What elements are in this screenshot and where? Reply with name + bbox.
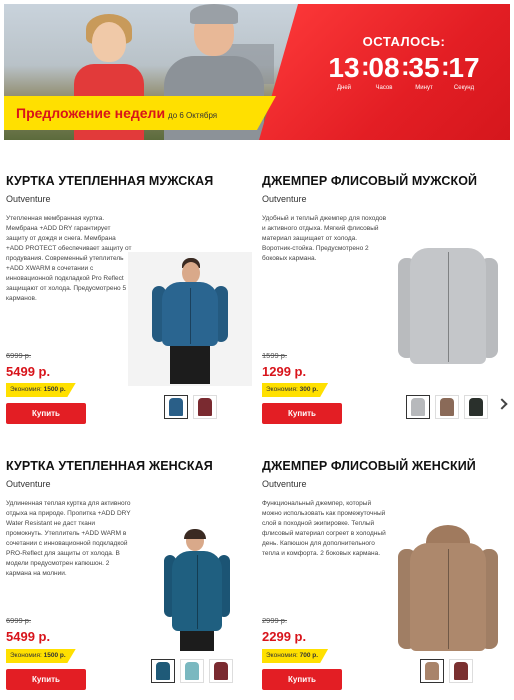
savings-value: 1500 р. <box>43 386 66 393</box>
product-card-womens-jacket: КУРТКА УТЕПЛЕННАЯ ЖЕНСКАЯ Outventure Удл… <box>6 459 254 699</box>
savings-label: Экономия: <box>266 652 298 659</box>
savings-badge: Экономия: 300 р. <box>262 383 329 397</box>
product-brand: Outventure <box>6 194 51 204</box>
savings-badge: Экономия: 700 р. <box>262 649 329 663</box>
product-image[interactable] <box>128 252 252 386</box>
color-thumbnail-burgundy[interactable] <box>449 659 473 683</box>
color-thumbnails <box>151 659 233 683</box>
buy-button[interactable]: Купить <box>6 669 86 690</box>
product-description: Удлиненная теплая куртка для активного о… <box>6 500 131 577</box>
savings-value: 300 р. <box>299 386 319 393</box>
product-price: 5499 р. <box>6 364 51 379</box>
product-title[interactable]: КУРТКА УТЕПЛЕННАЯ ЖЕНСКАЯ <box>6 459 252 473</box>
product-description: Функциональный джемпер, который можно ис… <box>262 500 386 557</box>
savings-label: Экономия: <box>10 386 42 393</box>
countdown-days: 13 <box>328 52 360 83</box>
color-thumbnail-burgundy[interactable] <box>193 395 217 419</box>
product-price: 2299 р. <box>262 629 307 644</box>
promo-title: Предложение недели до 6 Октября <box>16 105 217 121</box>
color-thumbnails <box>420 659 473 683</box>
savings-badge: Экономия: 1500 р. <box>6 383 76 397</box>
color-thumbnail-grey[interactable] <box>406 395 430 419</box>
buy-button[interactable]: Купить <box>262 403 342 424</box>
product-brand: Outventure <box>262 479 307 489</box>
product-card-mens-fleece: ДЖЕМПЕР ФЛИСОВЫЙ МУЖСКОЙ Outventure Удоб… <box>262 174 510 424</box>
buy-button[interactable]: Купить <box>6 403 86 424</box>
old-price: 6999 р. <box>6 351 32 360</box>
buy-button[interactable]: Купить <box>262 669 342 690</box>
color-thumbnails <box>164 395 217 419</box>
color-thumbnail-dark-green[interactable] <box>464 395 488 419</box>
product-title[interactable]: ДЖЕМПЕР ФЛИСОВЫЙ ЖЕНСКИЙ <box>262 459 508 473</box>
savings-badge: Экономия: 1500 р. <box>6 649 76 663</box>
product-price: 5499 р. <box>6 629 51 644</box>
color-thumbnail-brown[interactable] <box>435 395 459 419</box>
countdown-label: ОСТАЛОСЬ: <box>362 34 446 49</box>
old-price: 1599 р. <box>262 351 288 360</box>
countdown-minutes-label: Минут <box>415 85 433 91</box>
color-thumbnail-blue[interactable] <box>151 659 175 683</box>
countdown-hours: 08 <box>368 52 400 83</box>
color-thumbnails <box>406 395 488 419</box>
countdown-seconds-label: Секунд <box>453 85 475 91</box>
product-title[interactable]: ДЖЕМПЕР ФЛИСОВЫЙ МУЖСКОЙ <box>262 174 508 188</box>
promo-title-text: Предложение недели <box>16 105 166 121</box>
product-brand: Outventure <box>6 479 51 489</box>
countdown-timer: ОСТАЛОСЬ: 13 Дней : 08 Часов : 35 Минут : 1… <box>314 34 494 91</box>
savings-value: 1500 р. <box>43 652 66 659</box>
promo-banner[interactable]: Предложение недели до 6 Октября ОСТАЛОСЬ:… <box>4 4 510 140</box>
countdown-hours-label: Часов <box>375 85 393 91</box>
savings-value: 700 р. <box>299 652 319 659</box>
savings-label: Экономия: <box>10 652 42 659</box>
old-price: 6999 р. <box>6 616 32 625</box>
product-description: Утепленная мембранная куртка. Мембрана +… <box>6 215 132 302</box>
product-title[interactable]: КУРТКА УТЕПЛЕННАЯ МУЖСКАЯ <box>6 174 252 188</box>
color-thumbnail-beige[interactable] <box>420 659 444 683</box>
product-price: 1299 р. <box>262 364 307 379</box>
countdown-minutes: 35 <box>408 52 440 83</box>
product-image[interactable] <box>386 234 510 368</box>
product-card-mens-jacket: КУРТКА УТЕПЛЕННАЯ МУЖСКАЯ Outventure Уте… <box>6 174 252 424</box>
promo-date: до 6 Октября <box>168 111 218 120</box>
product-image[interactable] <box>130 525 254 651</box>
product-image[interactable] <box>386 519 510 653</box>
countdown-seconds: 17 <box>448 52 480 83</box>
old-price: 2999 р. <box>262 616 288 625</box>
product-card-womens-fleece: ДЖЕМПЕР ФЛИСОВЫЙ ЖЕНСКИЙ Outventure Функ… <box>262 459 510 699</box>
color-thumbnail-light-blue[interactable] <box>180 659 204 683</box>
color-thumbnail-burgundy[interactable] <box>209 659 233 683</box>
color-thumbnail-blue[interactable] <box>164 395 188 419</box>
savings-label: Экономия: <box>266 386 298 393</box>
countdown-days-label: Дней <box>336 85 352 91</box>
product-brand: Outventure <box>262 194 307 204</box>
product-description: Удобный и теплый джемпер для походов и а… <box>262 215 387 262</box>
